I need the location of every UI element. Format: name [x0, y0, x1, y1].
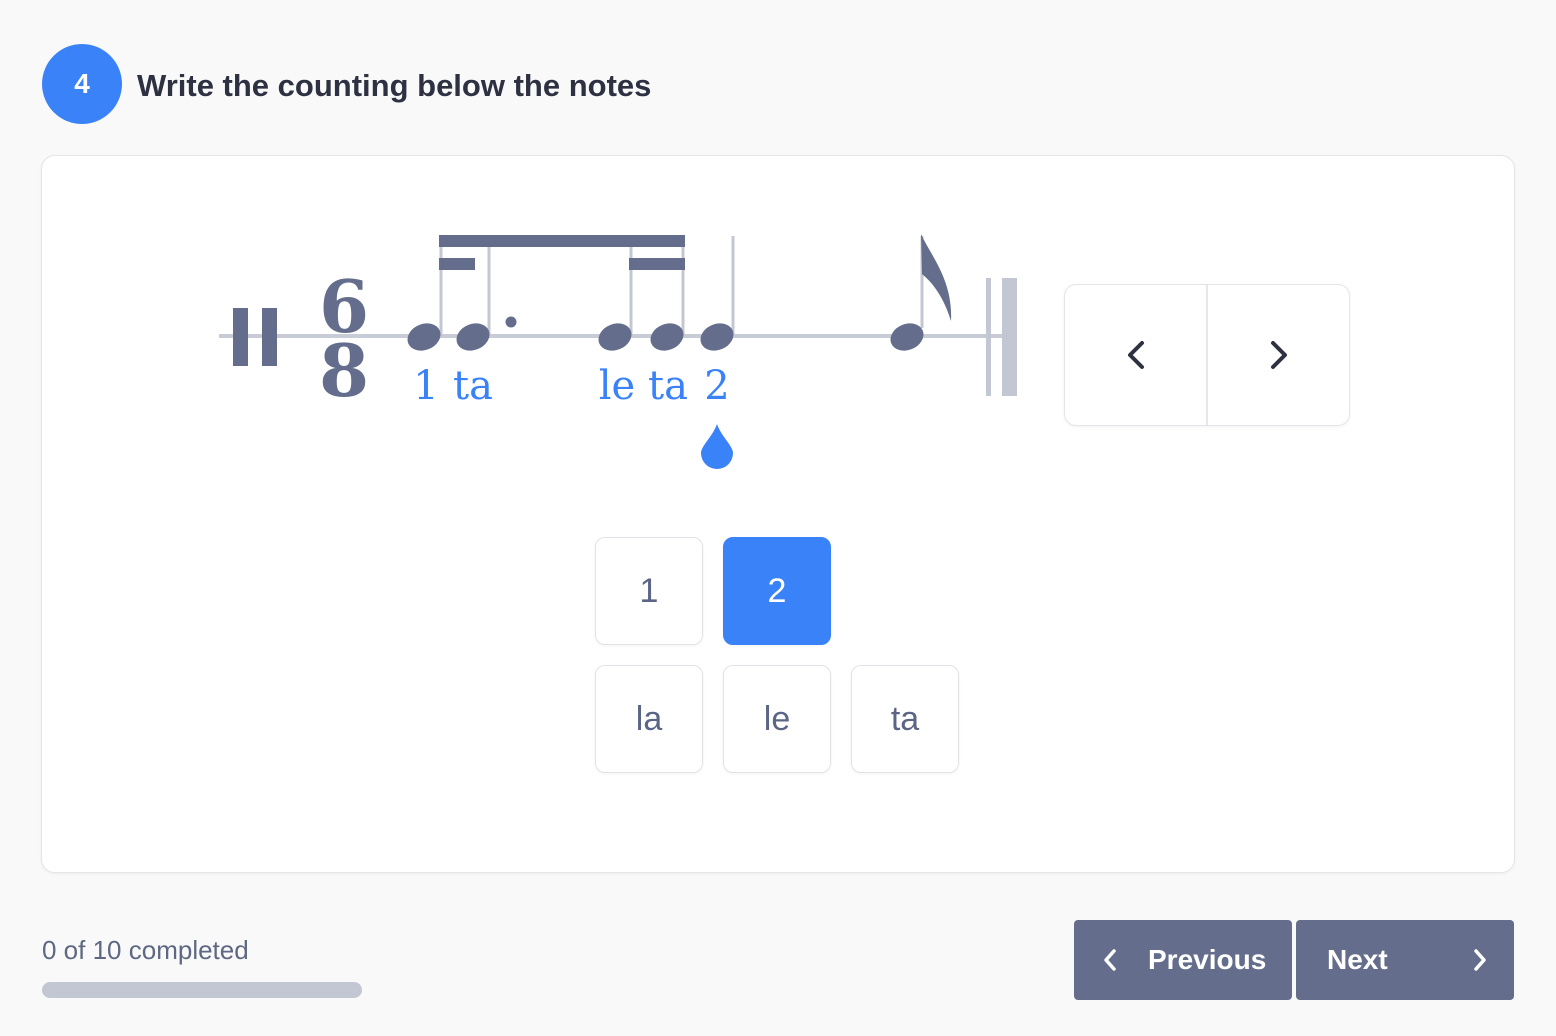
- count-label: ta: [453, 363, 493, 409]
- note-flag: [921, 234, 952, 321]
- augmentation-dot: [505, 316, 517, 328]
- choice-button-2[interactable]: 2: [723, 537, 831, 645]
- previous-note-button[interactable]: [1065, 285, 1206, 425]
- note-head: [456, 323, 490, 351]
- chevron-right-icon: [1474, 949, 1486, 971]
- chevron-left-icon: [1104, 949, 1116, 971]
- question-title: Write the counting below the notes: [137, 68, 652, 103]
- end-bar-thick: [1002, 278, 1017, 396]
- count-label: le: [599, 363, 635, 409]
- next-note-button[interactable]: [1206, 285, 1349, 425]
- progress-bar: [42, 982, 362, 998]
- previous-button-label: Previous: [1148, 944, 1267, 975]
- choice-button-la[interactable]: la: [595, 665, 703, 773]
- progress-text: 0 of 10 completed: [42, 935, 249, 965]
- count-label: 1: [413, 363, 438, 409]
- count-label: 2: [704, 363, 729, 409]
- next-button[interactable]: Next: [1296, 920, 1514, 1000]
- note-head: [407, 323, 441, 351]
- previous-button[interactable]: Previous: [1074, 920, 1292, 1000]
- chevron-left-icon: [1127, 341, 1144, 369]
- end-bar-thin: [986, 278, 991, 396]
- count-label: ta: [648, 363, 688, 409]
- drop-icon: [701, 424, 733, 469]
- choice-button-ta[interactable]: ta: [851, 665, 959, 773]
- choice-button-1[interactable]: 1: [595, 537, 703, 645]
- time-signature-bottom: 8: [319, 328, 369, 413]
- choice-button-le[interactable]: le: [723, 665, 831, 773]
- next-button-label: Next: [1327, 944, 1388, 975]
- secondary-beam: [629, 258, 685, 270]
- note-navigation: [1064, 284, 1350, 426]
- note-head: [650, 323, 684, 351]
- rhythm-notation: 6 8 1 ta le ta 2: [219, 234, 1017, 469]
- chevron-right-icon: [1270, 341, 1287, 369]
- exercise-card: 6 8 1 ta le ta 2 1 2 la le ta: [41, 155, 1515, 873]
- question-number-badge: 4: [42, 44, 122, 124]
- primary-beam: [439, 235, 685, 247]
- note-head: [700, 323, 734, 351]
- start-bar-thick-1: [233, 308, 248, 366]
- note-head: [598, 323, 632, 351]
- secondary-beam: [439, 258, 475, 270]
- start-bar-thick-2: [262, 308, 277, 366]
